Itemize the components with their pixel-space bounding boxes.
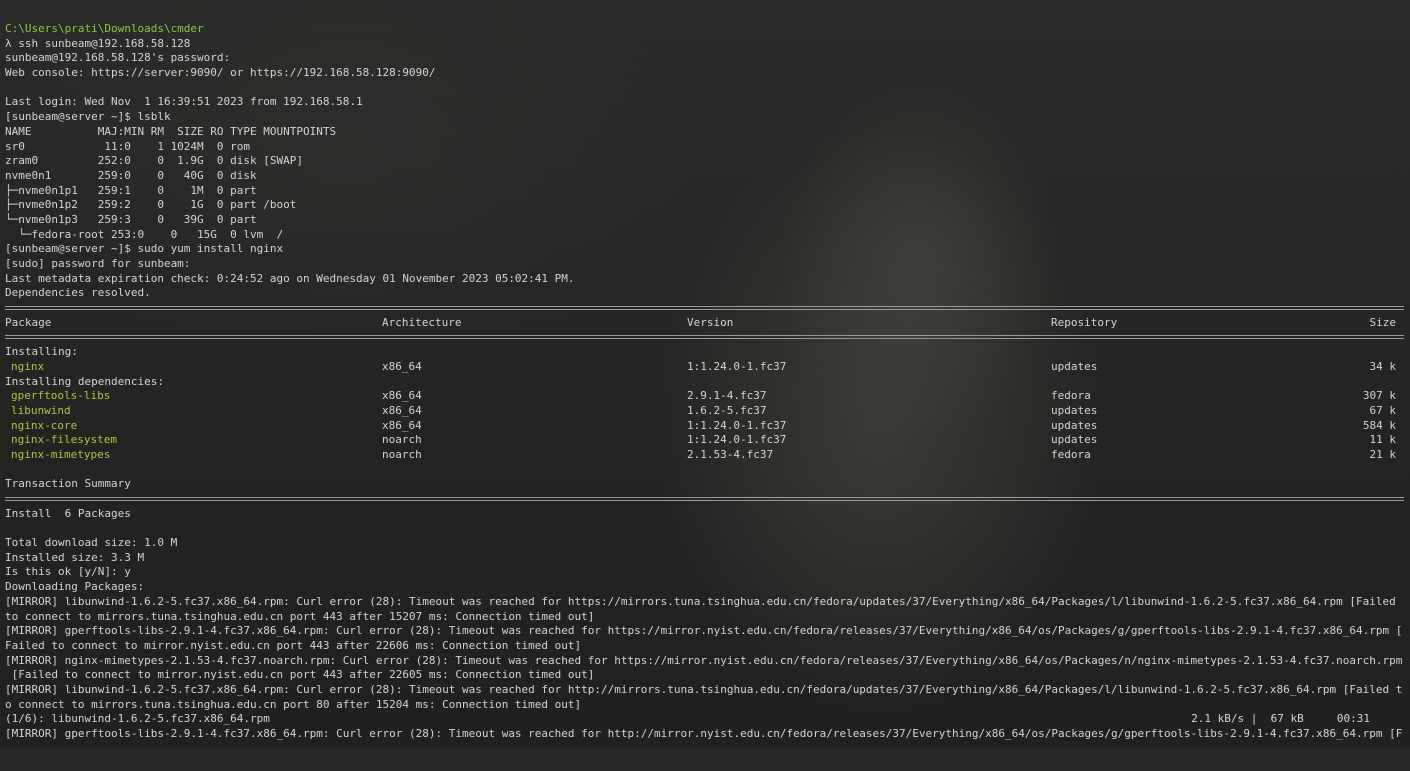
package-repo: updates — [1051, 359, 1098, 373]
package-arch: noarch — [382, 433, 422, 447]
package-size: 11 k — [1369, 433, 1397, 447]
package-version: 1:1.24.0-1.fc37 — [687, 418, 787, 432]
progress-stats: 2.1 kB/s | 67 kB 00:31 — [1191, 712, 1370, 726]
mirror-error: [MIRROR] gperftools-libs-2.9.1-4.fc37.x8… — [5, 727, 1403, 740]
package-name: nginx-filesystem — [11, 433, 117, 447]
progress-file: (1/6): libunwind-1.6.2-5.fc37.x86_64.rpm — [5, 712, 270, 726]
lsblk-row: └─fedora-root 253:0 0 15G 0 lvm / — [5, 227, 284, 241]
lsblk-row: sr0 11:0 1 1024M 0 rom — [5, 139, 251, 153]
mirror-error: to connect to mirrors.tuna.tsinghua.edu.… — [5, 609, 595, 623]
session-line: Last login: Wed Nov 1 16:39:51 2023 from… — [5, 95, 363, 109]
lsblk-row: └─nvme0n1p3 259:3 0 39G 0 part — [5, 212, 257, 226]
package-repo: updates — [1051, 418, 1098, 432]
lsblk-row: nvme0n1 259:0 0 40G 0 disk — [5, 168, 257, 182]
table-separator — [5, 301, 1404, 316]
package-size: 67 k — [1369, 403, 1397, 417]
header-package: Package — [5, 315, 52, 329]
deps-label: Installing dependencies: — [5, 374, 164, 388]
installing-label: Installing: — [5, 345, 78, 359]
lsblk-row: ├─nvme0n1p1 259:1 0 1M 0 part — [5, 183, 257, 197]
mirror-error: [MIRROR] libunwind-1.6.2-5.fc37.x86_64.r… — [5, 682, 1403, 696]
package-version: 2.9.1-4.fc37 — [687, 389, 767, 403]
package-name: nginx-core — [11, 418, 78, 432]
package-repo: updates — [1051, 433, 1098, 447]
table-row: nginx-core x86_64 1:1.24.0-1.fc37 update… — [0, 419, 1410, 434]
install-count: Install 6 Packages — [5, 506, 131, 520]
summary-line: Total download size: 1.0 M — [5, 536, 178, 550]
package-arch: x86_64 — [382, 418, 422, 432]
package-size: 307 k — [1362, 389, 1396, 403]
package-name: gperftools-libs — [11, 389, 111, 403]
table-row: nginx-filesystem noarch 1:1.24.0-1.fc37 … — [0, 433, 1410, 448]
package-size: 584 k — [1362, 418, 1396, 432]
package-version: 1.6.2-5.fc37 — [687, 403, 767, 417]
table-header: Package Architecture Version Repository … — [0, 316, 1410, 331]
package-size: 34 k — [1369, 359, 1397, 373]
package-name: nginx — [11, 359, 45, 373]
summary-title: Transaction Summary — [5, 477, 131, 491]
download-progress: (1/6): libunwind-1.6.2-5.fc37.x86_64.rpm… — [0, 712, 1410, 727]
summary-line: Is this ok [y/N]: y — [5, 565, 131, 579]
package-repo: fedora — [1051, 447, 1091, 461]
table-row: nginx x86_64 1:1.24.0-1.fc37 updates 34 … — [0, 360, 1410, 375]
package-repo: fedora — [1051, 389, 1091, 403]
summary-line: Installed size: 3.3 M — [5, 550, 145, 564]
session-line: [sunbeam@server ~]$ lsblk — [5, 110, 171, 124]
table-row: libunwind x86_64 1.6.2-5.fc37 updates 67… — [0, 404, 1410, 419]
package-arch: noarch — [382, 447, 422, 461]
package-name: libunwind — [11, 403, 71, 417]
lsblk-row: zram0 252:0 0 1.9G 0 disk [SWAP] — [5, 154, 304, 168]
header-size: Size — [1369, 315, 1397, 329]
session-line: sunbeam@192.168.58.128's password: — [5, 51, 231, 65]
prompt-path: C:\Users\prati\Downloads\cmder — [5, 22, 204, 35]
package-arch: x86_64 — [382, 389, 422, 403]
table-row: gperftools-libs x86_64 2.9.1-4.fc37 fedo… — [0, 389, 1410, 404]
header-version: Version — [687, 315, 734, 329]
package-repo: updates — [1051, 403, 1098, 417]
yum-line: [sunbeam@server ~]$ sudo yum install ngi… — [5, 242, 284, 256]
package-arch: x86_64 — [382, 403, 422, 417]
mirror-error: [MIRROR] gperftools-libs-2.9.1-4.fc37.x8… — [5, 624, 1403, 638]
package-version: 1:1.24.0-1.fc37 — [687, 433, 787, 447]
terminal-output[interactable]: C:\Users\prati\Downloads\cmder λ ssh sun… — [0, 0, 1410, 748]
lsblk-row: ├─nvme0n1p2 259:2 0 1G 0 part /boot — [5, 198, 297, 212]
session-line — [0, 81, 1410, 96]
mirror-error: [MIRROR] nginx-mimetypes-2.1.53-4.fc37.n… — [5, 653, 1403, 667]
package-arch: x86_64 — [382, 359, 422, 373]
summary-separator — [5, 492, 1404, 507]
summary-line: Downloading Packages: — [5, 580, 145, 594]
mirror-error: [MIRROR] libunwind-1.6.2-5.fc37.x86_64.r… — [5, 594, 1396, 608]
table-separator — [5, 330, 1404, 345]
yum-line: Last metadata expiration check: 0:24:52 … — [5, 271, 575, 285]
session-line: λ ssh sunbeam@192.168.58.128 — [5, 36, 191, 50]
table-row: nginx-mimetypes noarch 2.1.53-4.fc37 fed… — [0, 448, 1410, 463]
package-size: 21 k — [1369, 447, 1397, 461]
header-arch: Architecture — [382, 315, 462, 329]
yum-line: Dependencies resolved. — [5, 286, 151, 300]
lsblk-header: NAME MAJ:MIN RM SIZE RO TYPE MOUNTPOINTS — [5, 124, 337, 138]
session-line: Web console: https://server:9090/ or htt… — [5, 66, 436, 80]
mirror-error: [Failed to connect to mirror.nyist.edu.c… — [5, 668, 595, 682]
mirror-error: o connect to mirrors.tuna.tsinghua.edu.c… — [5, 697, 582, 711]
package-name: nginx-mimetypes — [11, 447, 111, 461]
package-version: 1:1.24.0-1.fc37 — [687, 359, 787, 373]
yum-line: [sudo] password for sunbeam: — [5, 257, 191, 270]
header-repo: Repository — [1051, 315, 1118, 329]
mirror-error: Failed to connect to mirror.nyist.edu.cn… — [5, 638, 582, 652]
package-version: 2.1.53-4.fc37 — [687, 447, 774, 461]
